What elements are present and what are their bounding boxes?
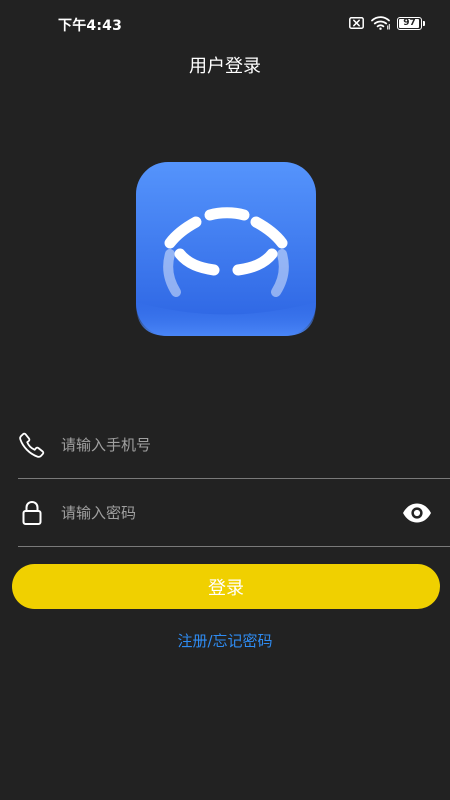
password-input[interactable] bbox=[61, 497, 381, 529]
status-time: 下午4:43 bbox=[58, 18, 123, 34]
phone-icon bbox=[19, 432, 45, 458]
phone-field-row bbox=[18, 411, 450, 479]
phone-input[interactable] bbox=[61, 429, 381, 461]
sim-missing-icon bbox=[349, 17, 364, 29]
eye-icon[interactable] bbox=[402, 500, 432, 526]
battery-tip bbox=[423, 20, 425, 26]
page-title: 用户登录 bbox=[189, 56, 261, 77]
battery-level: 97 bbox=[403, 17, 416, 28]
battery-icon: 97 bbox=[397, 16, 425, 30]
login-button[interactable]: 登录 bbox=[12, 564, 440, 609]
status-bar: 下午4:43 97 bbox=[0, 0, 450, 48]
lock-icon bbox=[22, 500, 42, 525]
register-forgot-link[interactable]: 注册/忘记密码 bbox=[0, 630, 450, 651]
status-icons: 97 bbox=[349, 16, 425, 30]
password-field-row bbox=[18, 479, 450, 547]
app-logo-icon bbox=[136, 162, 316, 336]
wifi-icon bbox=[371, 16, 390, 30]
